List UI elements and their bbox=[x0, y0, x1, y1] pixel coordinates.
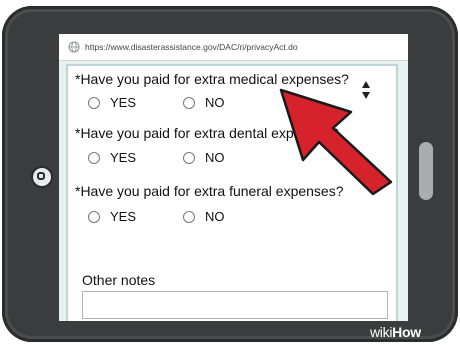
option-label: YES bbox=[110, 95, 137, 110]
radio-medical-yes[interactable] bbox=[88, 96, 100, 109]
other-notes-label: Other notes bbox=[82, 272, 156, 288]
question-medical: *Have you paid for extra medical expense… bbox=[75, 71, 349, 87]
option-funeral-no[interactable]: NO bbox=[183, 209, 225, 224]
option-label: NO bbox=[205, 209, 225, 224]
radio-medical-no[interactable] bbox=[183, 96, 195, 109]
option-dental-no[interactable]: NO bbox=[183, 150, 225, 165]
option-label: NO bbox=[205, 150, 225, 165]
option-dental-yes[interactable]: YES bbox=[88, 150, 136, 165]
globe-icon bbox=[68, 41, 80, 53]
radio-dental-no[interactable] bbox=[183, 151, 195, 164]
arrow-cursor-icon bbox=[279, 88, 393, 196]
side-button bbox=[419, 142, 433, 200]
home-button-icon bbox=[31, 166, 53, 188]
option-funeral-yes[interactable]: YES bbox=[88, 209, 136, 224]
option-label: NO bbox=[205, 95, 225, 110]
address-bar[interactable]: https://www.disasterassistance.gov/DAC/r… bbox=[59, 34, 408, 61]
wikihow-watermark: wikiHow bbox=[370, 324, 421, 340]
tablet-device: https://www.disasterassistance.gov/DAC/r… bbox=[2, 6, 458, 342]
option-medical-yes[interactable]: YES bbox=[88, 95, 136, 110]
other-notes-field[interactable] bbox=[82, 291, 388, 319]
radio-funeral-no[interactable] bbox=[183, 210, 195, 223]
option-medical-no[interactable]: NO bbox=[183, 95, 225, 110]
option-label: YES bbox=[110, 209, 137, 224]
url-text[interactable]: https://www.disasterassistance.gov/DAC/r… bbox=[85, 42, 298, 52]
radio-funeral-yes[interactable] bbox=[88, 210, 100, 223]
option-label: YES bbox=[110, 150, 137, 165]
radio-dental-yes[interactable] bbox=[88, 151, 100, 164]
